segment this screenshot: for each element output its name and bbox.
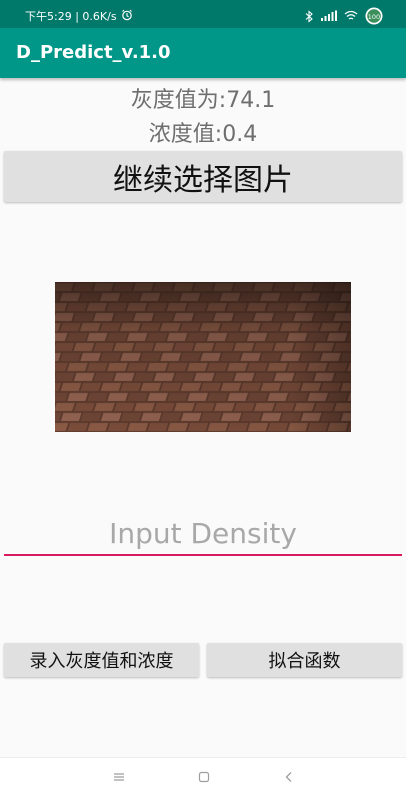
gray-value-text: 灰度值为:74.1 [130, 88, 276, 113]
choose-image-button[interactable]: 继续选择图片 [4, 151, 402, 202]
density-value-text: 浓度值:0.4 [148, 122, 258, 147]
status-time-speed: 下午5:29 | 0.6K/s [25, 10, 117, 23]
selected-image [55, 282, 351, 432]
brick-pavement-image [55, 282, 351, 432]
battery-icon: 100 [364, 6, 384, 29]
navigation-bar [0, 757, 406, 801]
signal-icon [320, 10, 338, 25]
fit-function-button[interactable]: 拟合函数 [207, 643, 402, 677]
bluetooth-icon [305, 9, 314, 26]
status-right: 100 [305, 6, 384, 29]
app-bar: D_Predict_v.1.0 [0, 28, 406, 78]
battery-level: 100 [368, 13, 380, 21]
alarm-icon [121, 9, 133, 24]
status-left: 下午5:29 | 0.6K/s [25, 8, 133, 24]
density-input[interactable] [4, 512, 402, 556]
menu-icon[interactable] [107, 768, 131, 787]
back-icon[interactable] [277, 768, 301, 787]
status-bar: 下午5:29 | 0.6K/s 100 [0, 0, 406, 28]
record-gray-density-button[interactable]: 录入灰度值和浓度 [4, 643, 199, 677]
wifi-icon [344, 10, 358, 25]
app-title: D_Predict_v.1.0 [16, 42, 171, 63]
home-icon[interactable] [192, 768, 216, 787]
